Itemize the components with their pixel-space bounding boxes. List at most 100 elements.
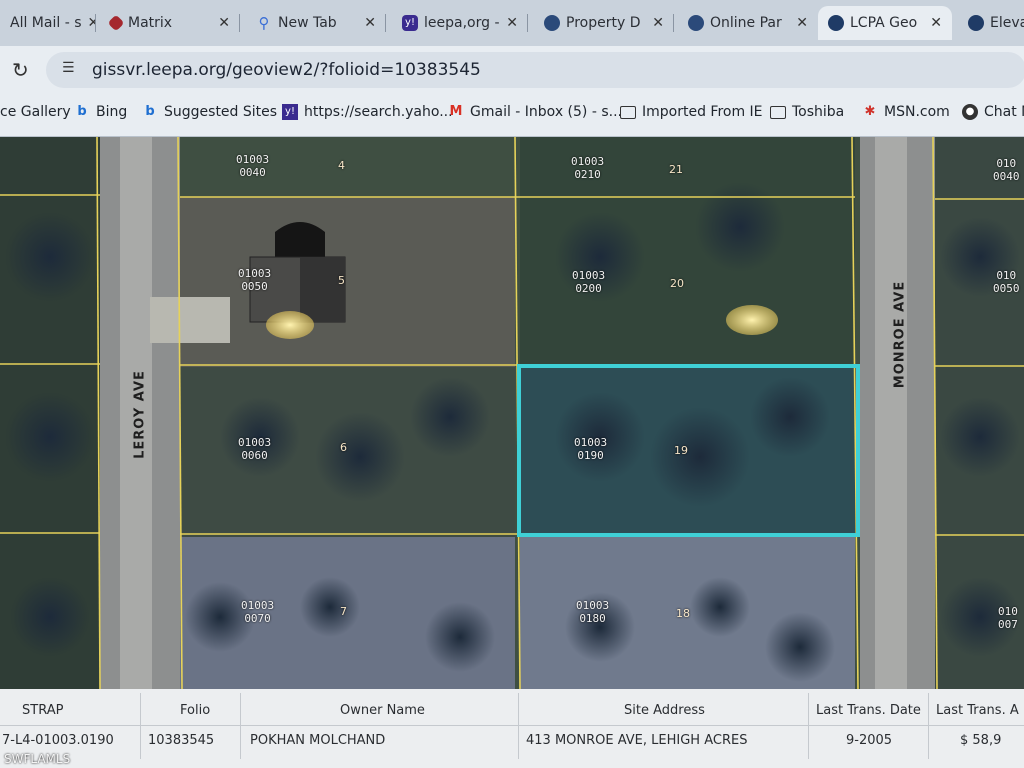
- matrix-icon: [107, 14, 125, 32]
- bookmark-label: Gmail - Inbox (5) - s...: [470, 104, 622, 120]
- bookmark-label: Imported From IE: [642, 104, 763, 120]
- building: [275, 222, 325, 257]
- bookmark-label: Toshiba: [792, 104, 845, 120]
- lot-number: 7: [340, 605, 347, 618]
- location-icon: ⚲: [258, 14, 270, 32]
- table-cell[interactable]: POKHAN MOLCHAND: [250, 733, 385, 748]
- column-header[interactable]: STRAP: [22, 703, 63, 718]
- parcel-label: 01003 0200: [572, 269, 606, 295]
- bing-icon: b: [77, 104, 87, 119]
- bookmark-label: Chat N: [984, 104, 1024, 120]
- bookmarks-bar: ce Gallery b Bing b Suggested Sites y! h…: [0, 94, 1024, 137]
- tab-elevat[interactable]: Elevat: [958, 6, 1024, 40]
- globe-icon: [688, 15, 704, 31]
- yahoo-icon: y!: [282, 104, 298, 120]
- globe-icon: [828, 15, 844, 31]
- tab-label: leepa,org -: [424, 15, 500, 31]
- parcel-label: 01003 0050: [238, 267, 272, 293]
- bookmark-toshiba[interactable]: Toshiba: [770, 104, 844, 120]
- bookmark-gallery[interactable]: ce Gallery: [0, 104, 71, 120]
- bookmark-msn[interactable]: ✱ MSN.com: [862, 104, 950, 120]
- glare-spot: [726, 305, 778, 335]
- chat-icon: ●: [962, 104, 978, 120]
- table-cell[interactable]: 10383545: [148, 733, 214, 748]
- site-info-icon[interactable]: ☰: [62, 60, 80, 78]
- bookmark-bing[interactable]: b Bing: [74, 104, 127, 120]
- bookmark-suggested[interactable]: b Suggested Sites: [142, 104, 277, 120]
- bookmark-label: Suggested Sites: [164, 104, 278, 120]
- url-text[interactable]: gissvr.leepa.org/geoview2/?folioid=10383…: [92, 60, 481, 80]
- yahoo-icon: y!: [402, 15, 418, 31]
- msn-icon: ✱: [864, 104, 876, 119]
- column-header[interactable]: Last Trans. A: [936, 703, 1019, 718]
- table-cell[interactable]: 413 MONROE AVE, LEHIGH ACRES: [526, 733, 747, 748]
- column-header[interactable]: Last Trans. Date: [816, 703, 921, 718]
- tab-property[interactable]: Property D ✕: [534, 6, 674, 40]
- bookmark-label: ce Gallery: [0, 104, 71, 120]
- lot-number: 18: [676, 607, 690, 620]
- tab-leepa[interactable]: y! leepa,org - ✕: [392, 6, 528, 40]
- parcel-label: 01003 0060: [238, 436, 272, 462]
- close-icon[interactable]: ✕: [218, 15, 230, 31]
- bookmark-label: https://search.yaho...: [304, 104, 453, 120]
- tab-new-tab[interactable]: ⚲ New Tab ✕: [246, 6, 386, 40]
- column-header[interactable]: Site Address: [624, 703, 705, 718]
- gmail-icon: M: [449, 104, 463, 119]
- table-cell[interactable]: 9-2005: [846, 733, 892, 748]
- column-header[interactable]: Folio: [180, 703, 210, 718]
- tab-all-mail[interactable]: All Mail - s ✕: [0, 6, 96, 40]
- parcel-label: 01003 0070: [241, 599, 275, 625]
- table-cell[interactable]: 7-L4-01003.0190: [2, 733, 114, 748]
- bookmark-label: Bing: [96, 104, 128, 120]
- close-icon[interactable]: ✕: [652, 15, 664, 31]
- chrome-icon: [968, 15, 984, 31]
- close-icon[interactable]: ✕: [930, 15, 942, 31]
- bookmark-label: MSN.com: [884, 104, 950, 120]
- tab-label: Elevat: [990, 15, 1024, 31]
- bookmark-yahoo[interactable]: y! https://search.yaho...: [282, 104, 453, 120]
- mls-watermark: SWFLAMLS: [4, 752, 71, 766]
- close-icon[interactable]: ✕: [796, 15, 808, 31]
- close-icon[interactable]: ✕: [506, 15, 518, 31]
- lot-number: 4: [338, 159, 345, 172]
- bookmark-imported[interactable]: Imported From IE: [620, 104, 763, 120]
- parcel-label: 01003 0190: [574, 436, 608, 462]
- folder-icon: [620, 105, 636, 119]
- bookmark-chat[interactable]: ● Chat N: [962, 104, 1024, 120]
- parcel-label: 01003 0040: [236, 153, 270, 179]
- tab-matrix[interactable]: Matrix ✕: [100, 6, 240, 40]
- tab-lcpa-geo[interactable]: LCPA Geo ✕: [818, 6, 952, 40]
- column-header[interactable]: Owner Name: [340, 703, 425, 718]
- tab-online-par[interactable]: Online Par ✕: [678, 6, 818, 40]
- lot-number: 20: [670, 277, 684, 290]
- tab-label: Matrix: [128, 15, 173, 31]
- lot-number: 19: [674, 444, 688, 457]
- tab-label: All Mail - s: [10, 15, 82, 31]
- lot-number: 21: [669, 163, 683, 176]
- parcel-label: 010 007: [998, 605, 1018, 631]
- close-icon[interactable]: ✕: [364, 15, 376, 31]
- tab-label: Property D: [566, 15, 641, 31]
- parcel-label: 01003 0210: [571, 155, 605, 181]
- parcel-label: 010 0050: [993, 269, 1020, 295]
- lot-number: 6: [340, 441, 347, 454]
- table-cell[interactable]: $ 58,9: [960, 733, 1001, 748]
- folder-icon: [770, 105, 786, 119]
- address-row: ↻ ☰ gissvr.leepa.org/geoview2/?folioid=1…: [0, 46, 1024, 94]
- parcel-map[interactable]: 01003 0040 4 01003 0210 21 01003 0050 5 010…: [0, 137, 1024, 689]
- globe-icon: [544, 15, 560, 31]
- road-label-monroe: MONROE AVE: [892, 280, 908, 389]
- reload-icon[interactable]: ↻: [12, 58, 29, 82]
- parcel-results-table: STRAP Folio Owner Name Site Address Last…: [0, 689, 1024, 768]
- parcel-label: 010 0040: [993, 157, 1020, 183]
- address-bar[interactable]: ☰ gissvr.leepa.org/geoview2/?folioid=103…: [46, 52, 1024, 88]
- bing-icon: b: [145, 104, 155, 119]
- bookmark-gmail[interactable]: M Gmail - Inbox (5) - s...: [448, 104, 622, 120]
- tab-bar: All Mail - s ✕ Matrix ✕ ⚲ New Tab ✕ y! l…: [0, 0, 1024, 46]
- road-label-leroy: LEROY AVE: [132, 370, 148, 459]
- map-canvas: [0, 137, 1024, 689]
- tab-label: New Tab: [278, 15, 337, 31]
- glare-spot: [266, 311, 314, 339]
- tab-label: Online Par: [710, 15, 782, 31]
- tab-label: LCPA Geo: [850, 15, 918, 31]
